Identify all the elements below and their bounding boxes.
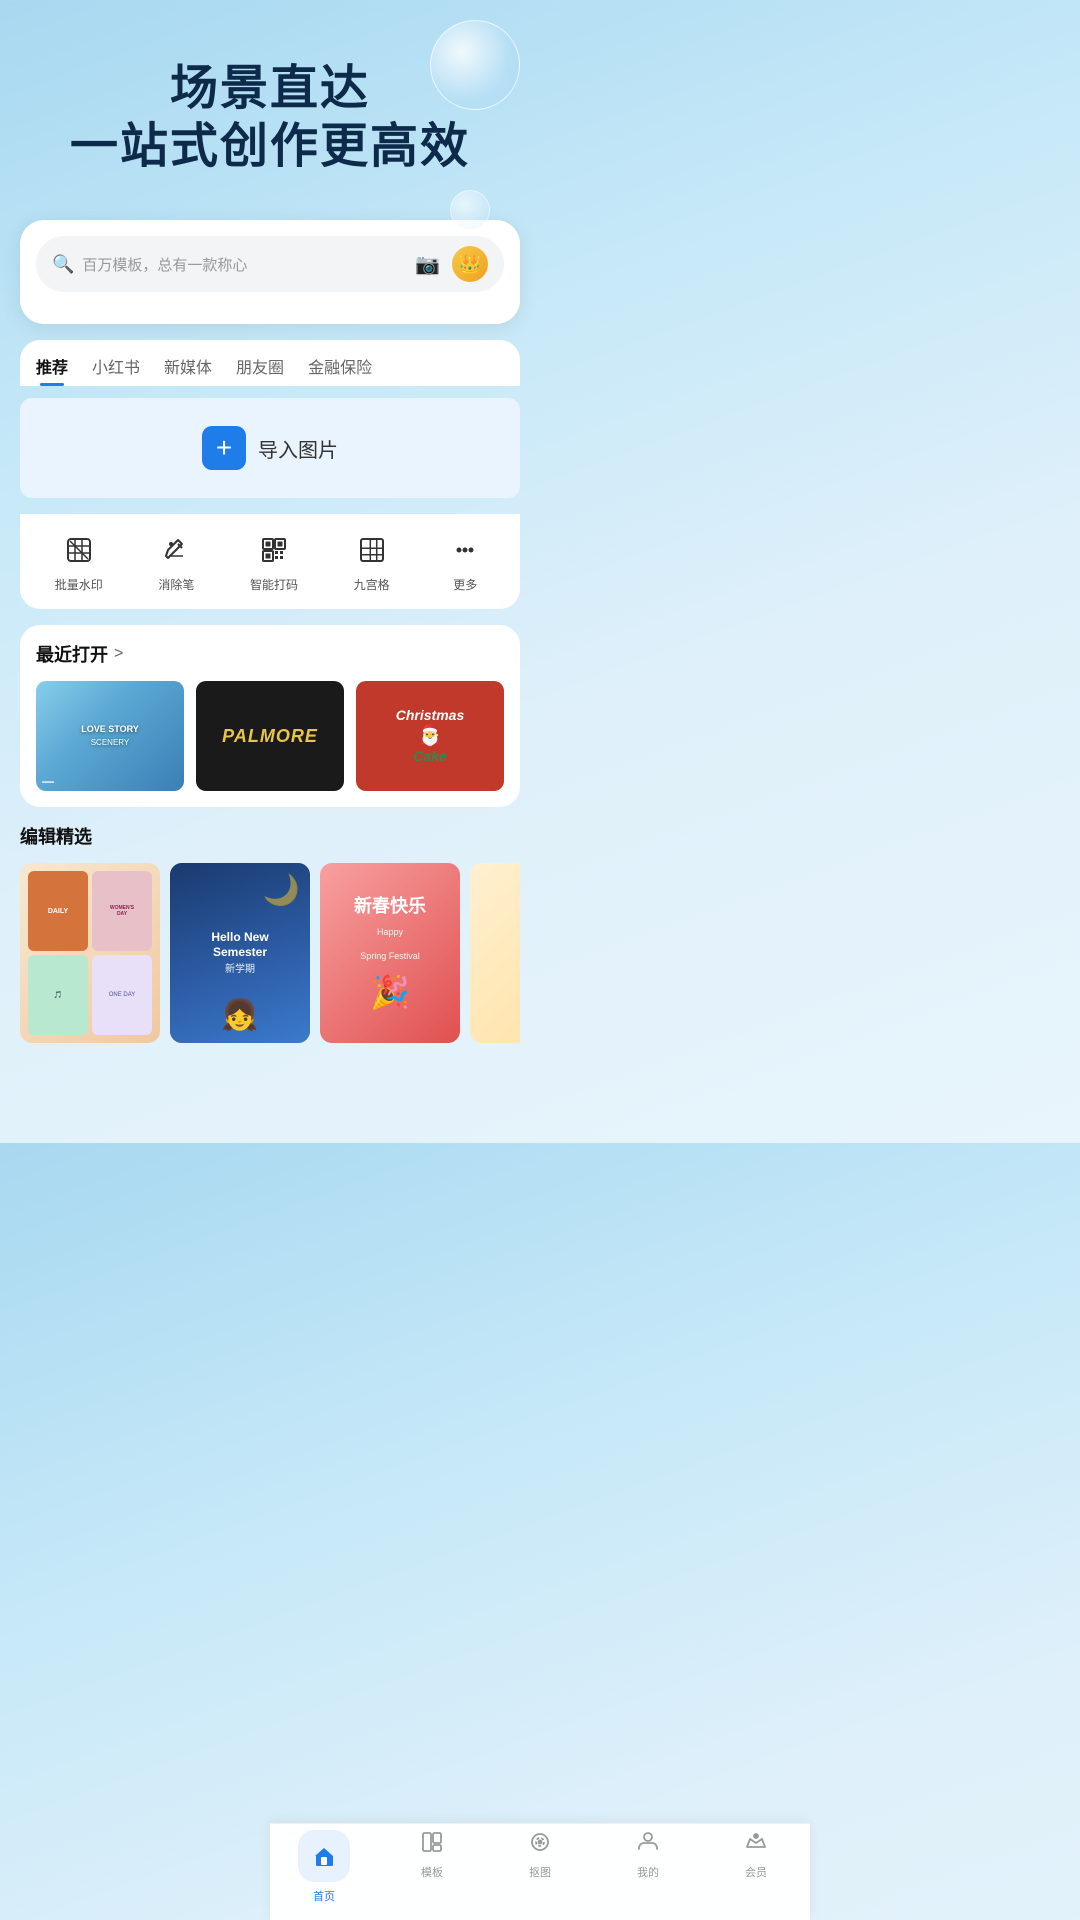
tool-qrcode-label: 智能打码 — [250, 576, 298, 593]
tool-watermark[interactable]: 批量水印 — [55, 530, 103, 593]
tab-recommend[interactable]: 推荐 — [36, 354, 68, 386]
tool-grid[interactable]: 九宫格 — [352, 530, 392, 593]
nav-mine-label: 我的 — [637, 1864, 659, 1880]
pick-card-hello-semester[interactable]: 🌙 Hello NewSemester新学期 👧 — [170, 863, 310, 1043]
import-area[interactable]: + 导入图片 — [20, 398, 520, 498]
tabs-section: 推荐 小红书 新媒体 朋友圈 金融保险 — [20, 340, 520, 386]
oneday-text: ONE DAY — [92, 955, 152, 1035]
tab-newmedia[interactable]: 新媒体 — [164, 354, 212, 386]
bubble-decoration — [430, 20, 520, 110]
tool-more[interactable]: 更多 — [445, 530, 485, 593]
member-icon — [744, 1830, 768, 1860]
editor-picks-section: 编辑精选 DAILY WOMEN'SDAY 🎵 ONE DAY 🌙 Hello … — [20, 823, 520, 1043]
import-button[interactable]: + — [202, 426, 246, 470]
nav-home[interactable]: 首页 — [294, 1830, 354, 1904]
palmore-text: PALMORE — [222, 726, 318, 747]
nav-template[interactable]: 模板 — [402, 1830, 462, 1904]
recent-thumbnails: LOVE STORYSCENERY ▬▬ PALMORE Christmas 🎅… — [36, 681, 504, 791]
tab-xiaohongshu[interactable]: 小红书 — [92, 354, 140, 386]
watermark-icon — [59, 530, 99, 570]
recent-section: 最近打开 > LOVE STORYSCENERY ▬▬ PALMORE Chri… — [20, 625, 520, 807]
recent-item-palmore[interactable]: PALMORE — [196, 681, 344, 791]
womens-day: WOMEN'SDAY — [92, 871, 152, 951]
nav-mine[interactable]: 我的 — [618, 1830, 678, 1904]
nav-template-label: 模板 — [421, 1864, 443, 1880]
search-bar[interactable]: 🔍 百万模板，总有一款称心 📷 👑 — [36, 236, 504, 292]
nav-member-label: 会员 — [745, 1864, 767, 1880]
bottom-nav: 首页 模板 抠图 我的 — [270, 1823, 810, 1920]
tab-moments[interactable]: 朋友圈 — [236, 354, 284, 386]
cutout-icon — [528, 1830, 552, 1860]
recent-header: 最近打开 > — [36, 641, 504, 667]
hello-semester-text: Hello NewSemester新学期 — [203, 922, 276, 985]
pick-card-daily[interactable]: DAILY WOMEN'SDAY 🎵 ONE DAY — [20, 863, 160, 1043]
template-icon — [420, 1830, 444, 1860]
nav-member[interactable]: 会员 — [726, 1830, 786, 1904]
tabs-row: 推荐 小红书 新媒体 朋友圈 金融保险 — [36, 354, 504, 386]
nav-home-label: 首页 — [313, 1888, 335, 1904]
camera-icon[interactable]: 📷 — [415, 252, 440, 277]
search-placeholder-text: 百万模板，总有一款称心 — [82, 254, 415, 275]
search-icon: 🔍 — [52, 254, 74, 275]
hero-section: 场景直达 一站式创作更高效 — [0, 0, 540, 220]
bubble-small — [450, 190, 490, 230]
tool-watermark-label: 批量水印 — [55, 576, 103, 593]
qrcode-icon — [254, 530, 294, 570]
nav-cutout[interactable]: 抠图 — [510, 1830, 570, 1904]
recent-more-arrow[interactable]: > — [114, 645, 123, 663]
more-icon — [445, 530, 485, 570]
daily-text: DAILY — [28, 871, 88, 951]
tool-eraser[interactable]: 消除笔 — [156, 530, 196, 593]
tool-eraser-label: 消除笔 — [158, 576, 194, 593]
tool-grid-label: 九宫格 — [354, 576, 390, 593]
tools-section: 批量水印 消除笔 — [20, 514, 520, 609]
tab-finance[interactable]: 金融保险 — [308, 354, 372, 386]
recent-item-christmas[interactable]: Christmas 🎅 Cake — [356, 681, 504, 791]
search-card: 🔍 百万模板，总有一款称心 📷 👑 — [20, 220, 520, 324]
mine-icon — [636, 1830, 660, 1860]
crown-vip-icon[interactable]: 👑 — [452, 246, 488, 282]
import-label: 导入图片 — [258, 434, 338, 463]
ear-text: 🎵 — [28, 955, 88, 1035]
pick-card-partial[interactable]: ✨ — [470, 863, 520, 1043]
picks-row: DAILY WOMEN'SDAY 🎵 ONE DAY 🌙 Hello NewSe… — [20, 863, 520, 1043]
tool-more-label: 更多 — [453, 576, 477, 593]
editor-picks-title: 编辑精选 — [20, 823, 520, 849]
recent-title: 最近打开 — [36, 641, 108, 667]
tool-qrcode[interactable]: 智能打码 — [250, 530, 298, 593]
nav-cutout-label: 抠图 — [529, 1864, 551, 1880]
home-icon — [298, 1830, 350, 1882]
grid-icon — [352, 530, 392, 570]
eraser-icon — [156, 530, 196, 570]
pick-card-spring-festival[interactable]: 新春快乐 HappySpring Festival 🎉 — [320, 863, 460, 1043]
recent-item-love-story[interactable]: LOVE STORYSCENERY ▬▬ — [36, 681, 184, 791]
